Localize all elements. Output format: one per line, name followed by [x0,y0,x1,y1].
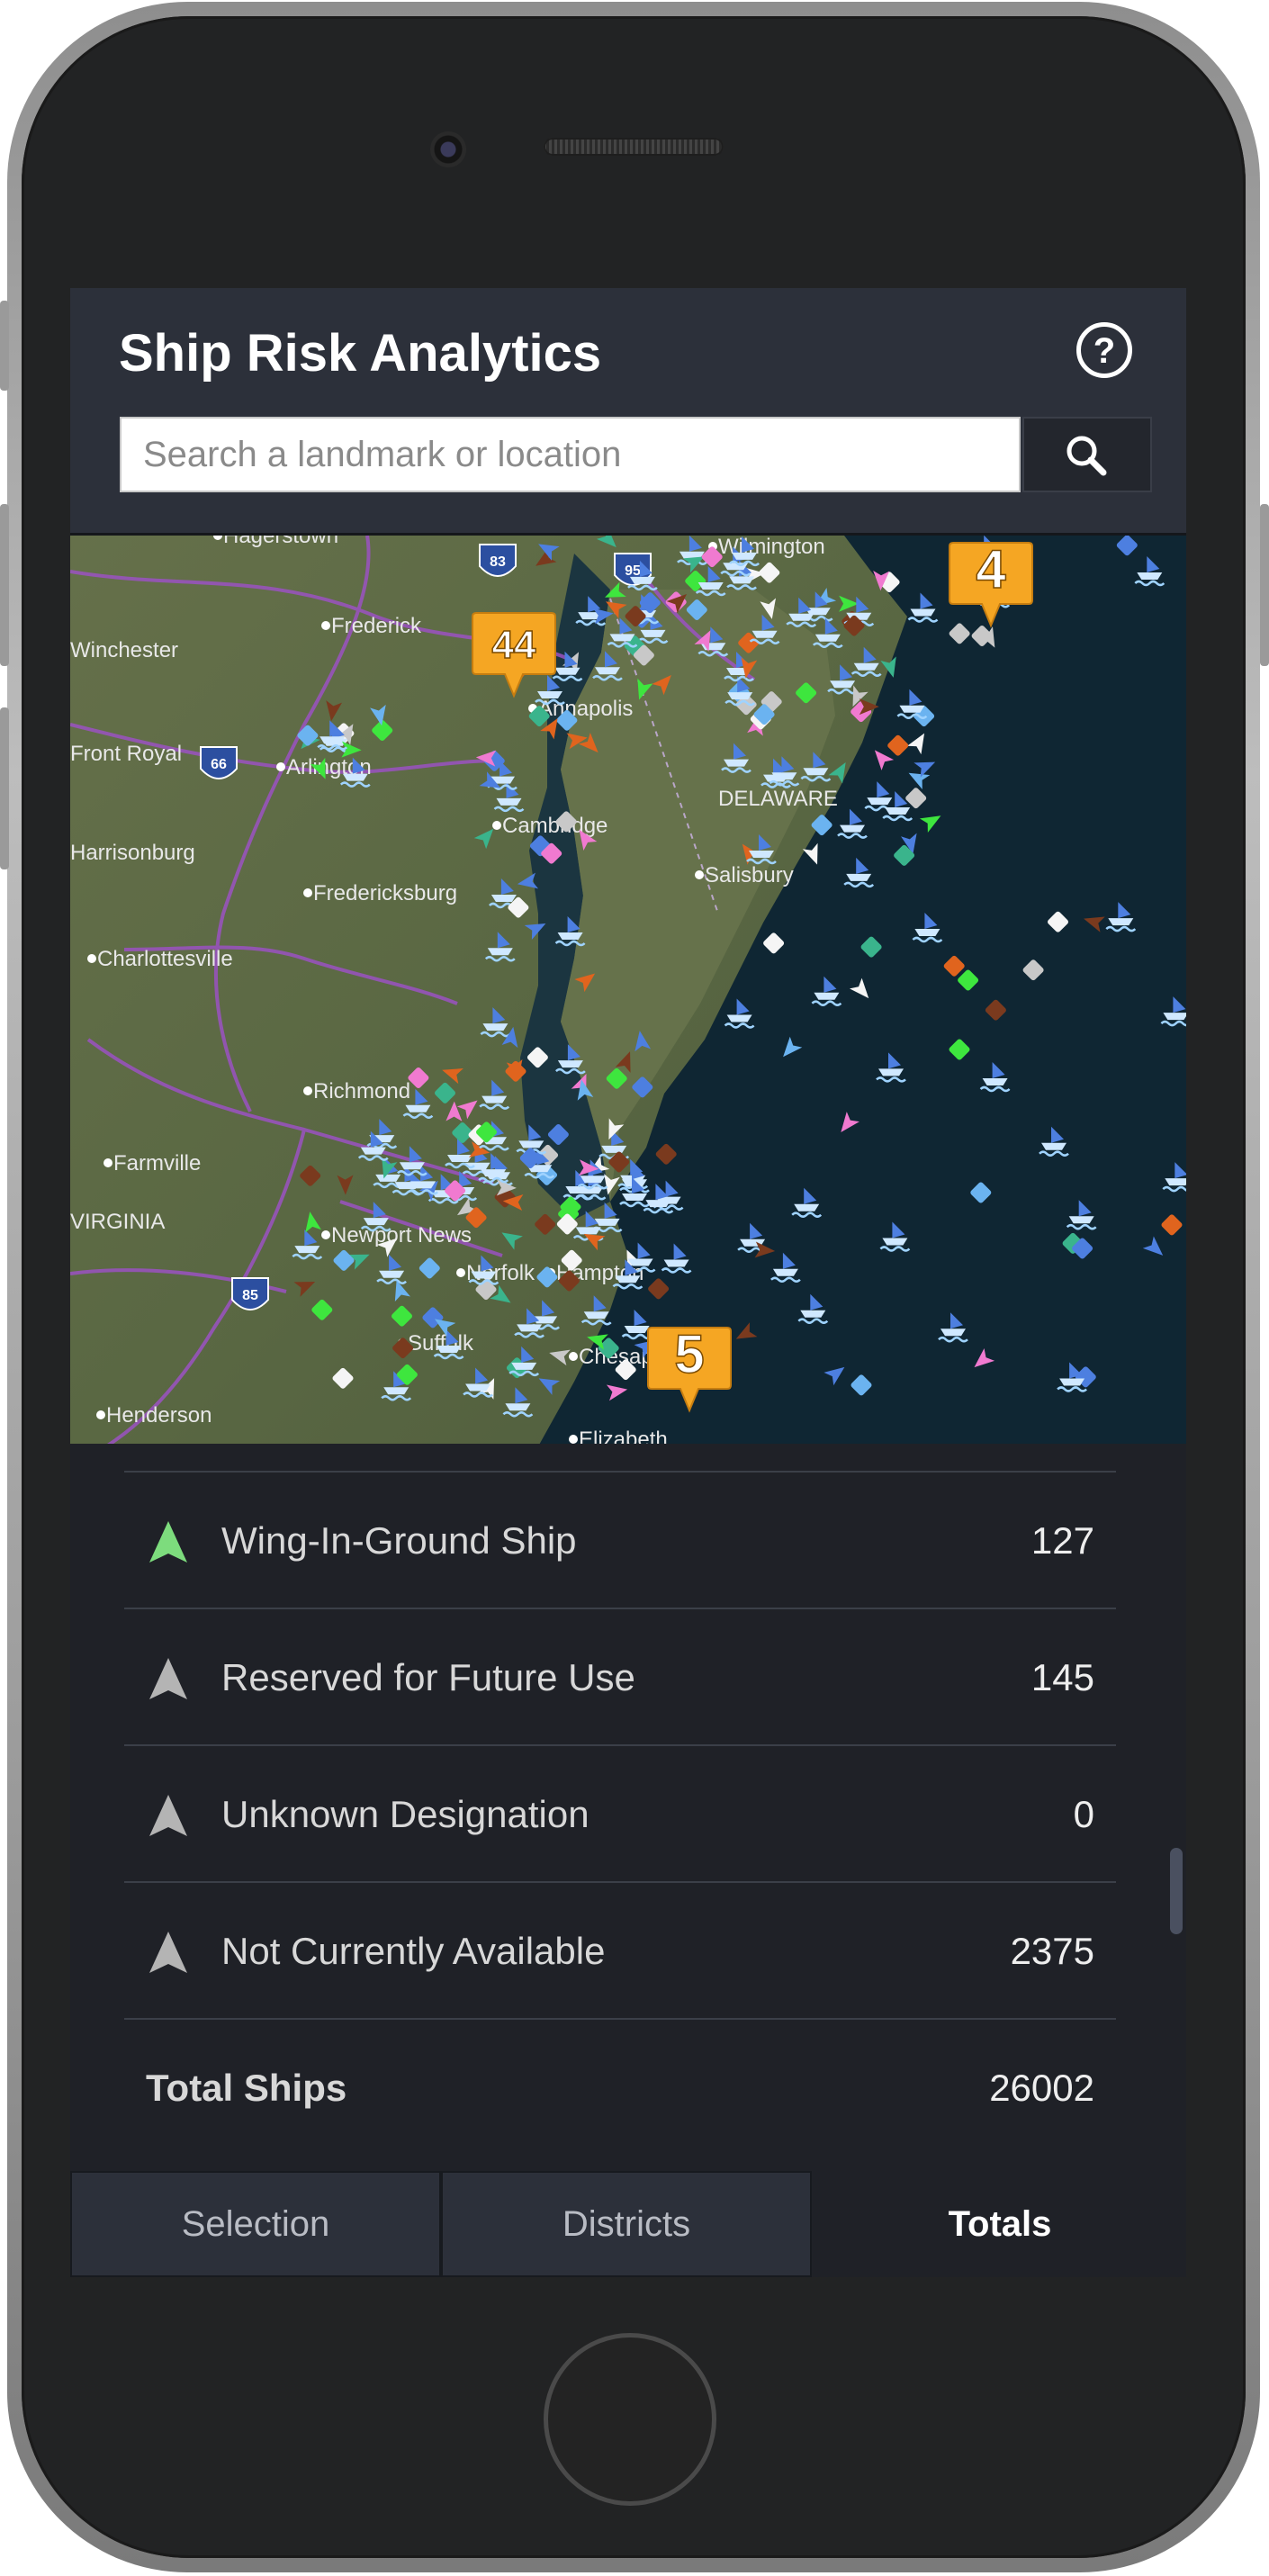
app-screen: Ship Risk Analytics ? Search a landmark … [70,288,1186,2277]
ship-arrow-shape [149,1932,187,1973]
ship-arrow-icon [149,1658,187,1699]
search-icon [1066,436,1107,476]
ship-type-count: 2375 [1010,1930,1094,1972]
city-label: Harrisonburg [70,841,195,865]
city-label: Henderson [106,1403,212,1428]
question-circle-icon[interactable]: ? [1076,322,1132,378]
city-dot [303,888,312,897]
list-item-unknown: Unknown Designation 0 [124,1744,1116,1881]
map-canvas[interactable]: WilmingtonFrederickWinchesterAnnapolisFr… [70,536,1186,1446]
search-button[interactable] [1022,417,1152,492]
ship-arrow-shape [149,1521,187,1563]
total-ships-label: Total Ships [146,2067,347,2109]
svg-text:95: 95 [625,563,641,579]
speaker-grille [544,138,724,156]
city-label: Cambridge [502,814,608,838]
ship-type-label: Not Currently Available [221,1930,606,1972]
tab-selection[interactable]: Selection [70,2171,441,2277]
city-label: Hagerstown [223,536,338,548]
cluster-count: 5 [674,1324,704,1384]
highway-shield-icon: 85 [231,1277,269,1311]
ship-type-count: 145 [1030,1656,1094,1698]
svg-text:66: 66 [211,757,227,772]
list-item-wing-in-ground: Wing-In-Ground Ship 127 [124,1471,1116,1608]
ship-type-label: Wing-In-Ground Ship [221,1519,577,1562]
city-dot [569,1352,578,1361]
city-dot [569,1435,578,1444]
highway-shield-icon: 66 [200,746,238,779]
ship-arrow-icon [149,1795,187,1836]
city-label: DELAWARE [718,787,838,811]
city-label: Newport News [331,1223,472,1247]
ship-arrow-icon [149,1521,187,1563]
list-scrollbar[interactable] [1170,1848,1183,1934]
city-dot [695,870,704,879]
phone-mute-switch [0,301,9,391]
city-label: VIRGINIA [70,1210,165,1234]
ship-type-count: 0 [1073,1793,1094,1835]
phone-volume-up [0,504,9,666]
tab-districts[interactable]: Districts [441,2171,812,2277]
ship-map[interactable]: Wilmington Frederick Winchester Annapolis Fr… [70,533,1186,1446]
city-dot [456,1268,465,1277]
home-button[interactable] [544,2333,716,2506]
highway-shield-icon: 83 [479,544,517,577]
city-label: Salisbury [705,863,794,887]
city-dot [321,621,330,630]
city-dot [303,1086,312,1095]
city-dot [492,821,501,830]
city-label: Fredericksburg [313,881,457,905]
city-label: Frederick [331,614,422,638]
tab-totals[interactable]: Totals [814,2171,1186,2277]
city-label: Winchester [70,638,178,662]
total-ships-value: 26002 [989,2067,1094,2109]
total-ships-row: Total Ships 26002 [124,2018,1116,2155]
camera-icon [430,131,466,167]
city-dot [321,1230,330,1239]
app-title: Ship Risk Analytics [119,324,602,383]
svg-text:85: 85 [242,1288,258,1303]
city-label: Front Royal [70,742,182,766]
list-item-not-available: Not Currently Available 2375 [124,1881,1116,2018]
ship-arrow-shape [149,1658,187,1699]
city-dot [96,1410,105,1419]
cluster-count: 4 [976,539,1006,599]
city-dot [276,762,285,771]
city-dot [87,954,96,963]
phone-volume-down [0,707,9,869]
ship-arrow-icon [149,1932,187,1973]
cluster-count: 44 [492,623,536,667]
city-dot [104,1158,112,1167]
svg-text:83: 83 [490,554,506,570]
ship-type-label: Unknown Designation [221,1793,590,1835]
app-header: Ship Risk Analytics ? [70,288,1186,533]
bottom-tab-bar: Selection Districts Totals [70,2171,1186,2277]
ship-type-list: Wing-In-Ground Ship 127 Reserved for Fut… [70,1444,1186,2171]
ship-type-label: Reserved for Future Use [221,1656,635,1698]
search-input[interactable] [120,417,1021,492]
city-label: Farmville [113,1151,201,1175]
city-label: Richmond [313,1079,410,1103]
list-item-reserved: Reserved for Future Use 145 [124,1608,1116,1744]
ship-arrow-shape [149,1795,187,1836]
city-label: Charlottesville [97,947,233,971]
phone-power-button [1260,504,1269,666]
ship-type-count: 127 [1030,1519,1094,1562]
